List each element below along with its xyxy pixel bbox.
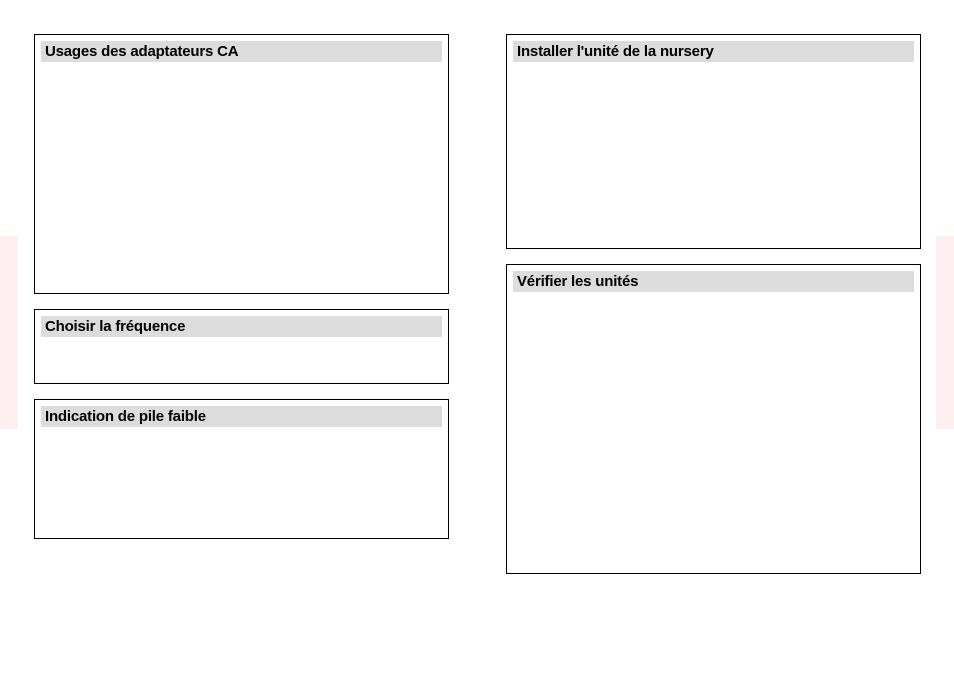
section-box: Installer l'unité de la nursery xyxy=(506,34,921,249)
section-title: Vérifier les unités xyxy=(513,271,914,292)
section-title: Choisir la fréquence xyxy=(41,316,442,337)
section-box: Vérifier les unités xyxy=(506,264,921,574)
section-body xyxy=(513,292,914,567)
section-body xyxy=(41,337,442,377)
section-box: Indication de pile faible xyxy=(34,399,449,539)
section-box: Usages des adaptateurs CA xyxy=(34,34,449,294)
section-title: Indication de pile faible xyxy=(41,406,442,427)
section-title: Usages des adaptateurs CA xyxy=(41,41,442,62)
page-tab-left xyxy=(0,236,18,429)
section-box: Choisir la fréquence xyxy=(34,309,449,384)
left-column: Usages des adaptateurs CA Choisir la fré… xyxy=(34,34,482,554)
section-body xyxy=(513,62,914,242)
section-title: Installer l'unité de la nursery xyxy=(513,41,914,62)
section-body xyxy=(41,62,442,287)
section-body xyxy=(41,427,442,532)
right-column: Installer l'unité de la nursery Vérifier… xyxy=(506,34,954,589)
